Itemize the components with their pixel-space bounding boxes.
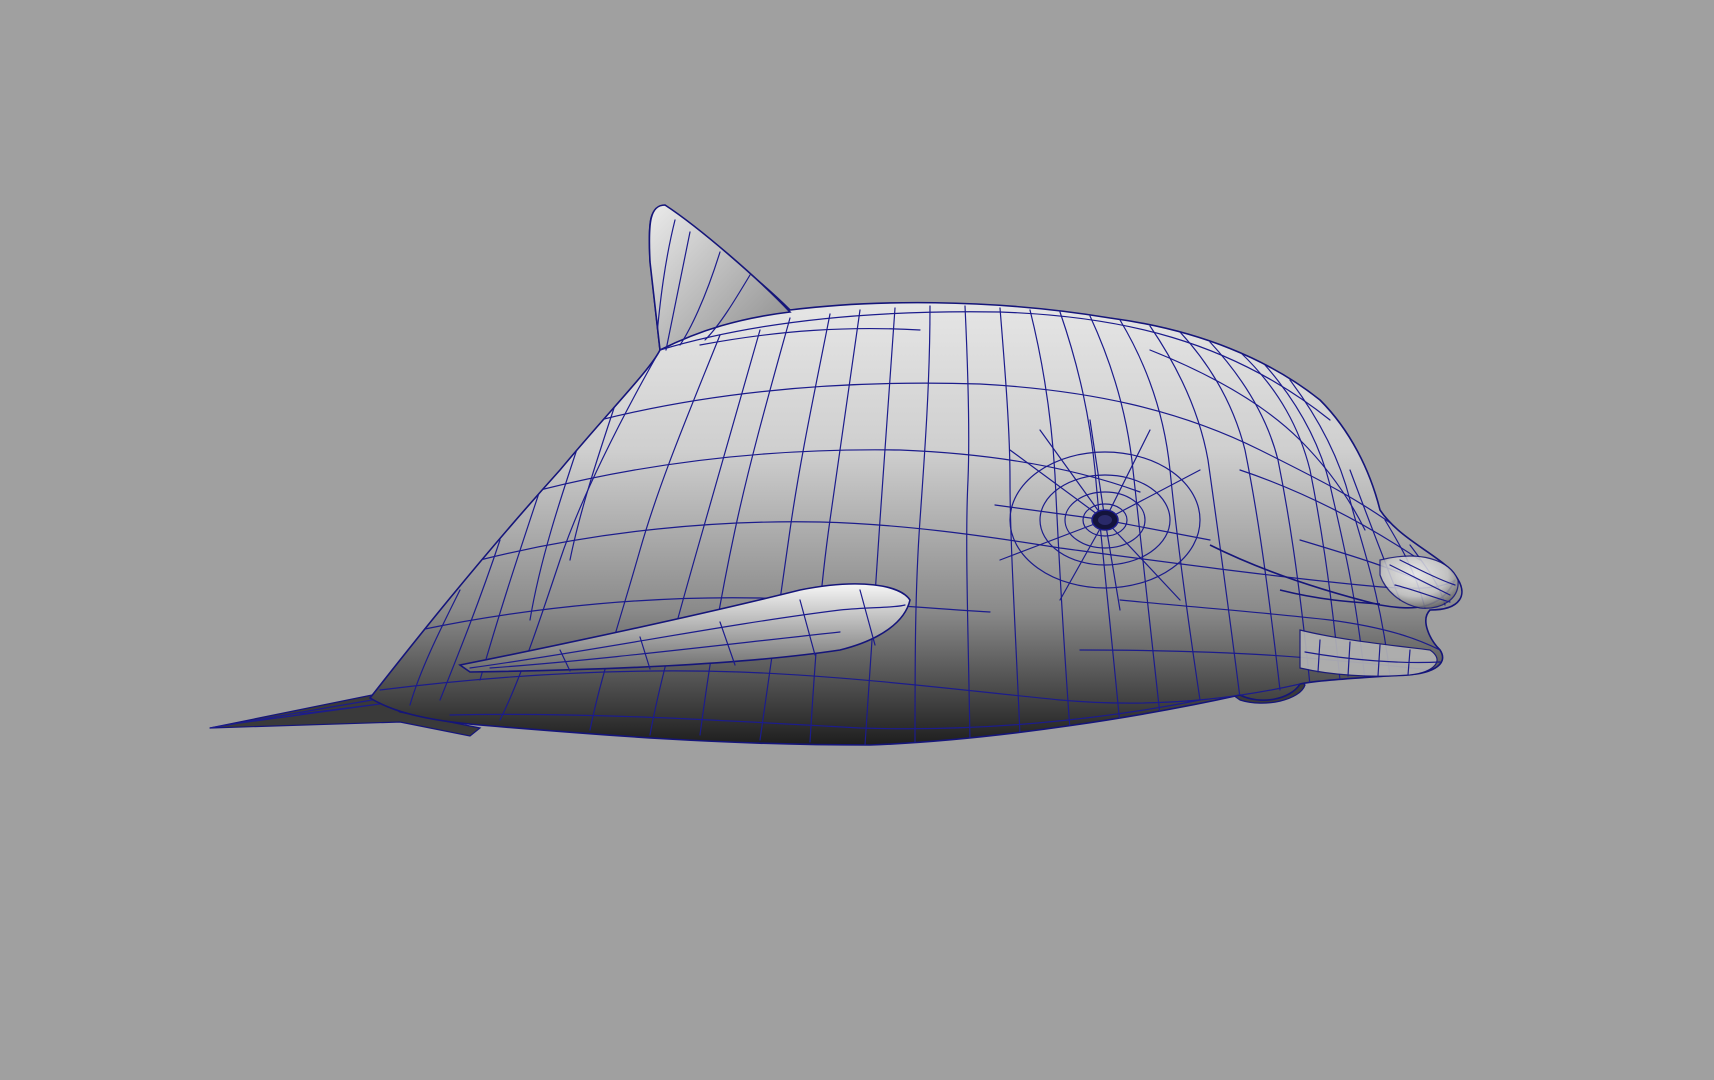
- 3d-viewport[interactable]: [0, 0, 1714, 1080]
- dolphin-model[interactable]: [209, 204, 1463, 746]
- viewport-canvas[interactable]: [0, 0, 1714, 1080]
- eye-pupil: [1098, 515, 1112, 525]
